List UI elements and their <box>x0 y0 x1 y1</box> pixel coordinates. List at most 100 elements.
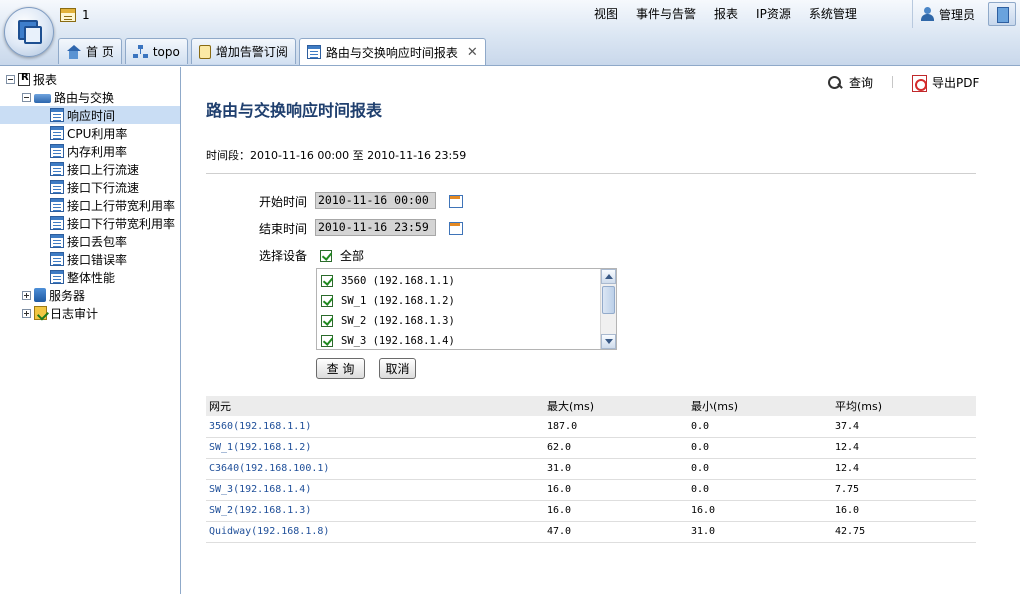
avg-value: 12.4 <box>832 458 976 480</box>
tree-label: 接口丢包率 <box>67 234 128 249</box>
select-all-checkbox[interactable]: 全部 <box>320 247 364 264</box>
nav-view[interactable]: 视图 <box>585 6 627 22</box>
scrollbar-thumb[interactable] <box>602 286 615 314</box>
topology-icon <box>133 44 148 59</box>
tree-label: 路由与交换 <box>54 90 115 105</box>
calendar-icon[interactable] <box>448 193 463 208</box>
tab-label: 路由与交换响应时间报表 <box>325 45 458 60</box>
device-item[interactable]: SW_1 (192.168.1.2) <box>321 295 455 307</box>
tree-item-interface-downstream-bandwidth[interactable]: 接口下行带宽利用率 <box>50 214 175 232</box>
tree-item-interface-upstream-rate[interactable]: 接口上行流速 <box>50 160 139 178</box>
element-link[interactable]: Quidway(192.168.1.8) <box>206 521 544 543</box>
alarm-subscribe-icon <box>198 44 211 59</box>
expand-icon[interactable] <box>22 308 31 318</box>
tab-topo[interactable]: topo <box>124 38 188 64</box>
min-value: 0.0 <box>688 479 832 501</box>
query-button[interactable]: 查 询 <box>316 358 365 379</box>
report-title: 路由与交换响应时间报表 <box>206 101 383 120</box>
nav-system-management[interactable]: 系统管理 <box>800 6 866 22</box>
tree-item-interface-error-rate[interactable]: 接口错误率 <box>50 250 127 268</box>
pdf-icon <box>912 74 927 92</box>
sidebar-tree: 报表 路由与交换 响应时间 CPU利用率 内存利用率 接口上行流速 接口下行流速 <box>0 67 181 594</box>
checkbox-checked-icon[interactable] <box>321 275 333 287</box>
tree-item-memory-utilization[interactable]: 内存利用率 <box>50 142 127 160</box>
calendar-icon[interactable] <box>448 220 463 235</box>
element-link[interactable]: 3560(192.168.1.1) <box>206 416 544 438</box>
scroll-down-icon[interactable] <box>601 334 616 349</box>
scroll-up-icon[interactable] <box>601 269 616 284</box>
device-item[interactable]: SW_3 (192.168.1.4) <box>321 335 455 347</box>
tree-item-overall-performance[interactable]: 整体性能 <box>50 268 115 286</box>
device-label: 3560 (192.168.1.1) <box>341 275 455 287</box>
element-link[interactable]: C3640(192.168.100.1) <box>206 458 544 480</box>
column-header-max: 最大(ms) <box>544 396 688 416</box>
device-list-scrollbar[interactable] <box>600 269 616 349</box>
cancel-button[interactable]: 取消 <box>379 358 416 379</box>
start-time-label: 开始时间 <box>259 195 308 209</box>
export-pdf-label: 导出PDF <box>932 76 980 90</box>
message-indicator[interactable]: 1 <box>60 6 90 24</box>
report-page-icon <box>50 198 64 212</box>
tree-label: CPU利用率 <box>67 126 128 141</box>
tree-label: 报表 <box>33 72 58 87</box>
device-item[interactable]: SW_2 (192.168.1.3) <box>321 315 455 327</box>
user-menu[interactable]: 管理员 <box>912 0 984 28</box>
tab-label: 首 页 <box>86 45 114 59</box>
tree-label: 服务器 <box>49 288 86 303</box>
select-device-label: 选择设备 <box>259 249 308 263</box>
checkbox-checked-icon[interactable] <box>321 295 333 307</box>
nav-events-alarms[interactable]: 事件与告警 <box>627 6 705 22</box>
checkbox-checked-icon[interactable] <box>321 315 333 327</box>
nav-reports[interactable]: 报表 <box>705 6 747 22</box>
min-value: 0.0 <box>688 416 832 438</box>
report-page-icon <box>50 234 64 248</box>
tree-label: 接口下行带宽利用率 <box>67 216 176 231</box>
magnifier-icon <box>828 75 844 90</box>
close-icon[interactable]: ✕ <box>467 45 478 60</box>
report-period: 时间段：2010-11-16 00:00 至 2010-11-16 23:59 <box>206 149 467 162</box>
element-link[interactable]: SW_2(192.168.1.3) <box>206 500 544 522</box>
tree-node-log-audit[interactable]: 日志审计 <box>22 304 98 322</box>
tree-item-interface-downstream-rate[interactable]: 接口下行流速 <box>50 178 139 196</box>
home-icon <box>66 44 81 59</box>
export-pdf-button[interactable]: 导出PDF <box>912 74 980 92</box>
report-panel: 查询 导出PDF 路由与交换响应时间报表 时间段：2010-11-16 00:0… <box>182 67 1020 594</box>
collapse-icon[interactable] <box>22 92 31 102</box>
tree-label: 接口上行流速 <box>67 162 140 177</box>
checkbox-checked-icon[interactable] <box>320 249 332 262</box>
element-link[interactable]: SW_3(192.168.1.4) <box>206 479 544 501</box>
server-icon <box>34 288 46 302</box>
tree-node-routing-switching[interactable]: 路由与交换 <box>22 88 114 106</box>
expand-icon[interactable] <box>22 290 31 300</box>
device-item[interactable]: 3560 (192.168.1.1) <box>321 275 455 287</box>
element-link[interactable]: SW_1(192.168.1.2) <box>206 437 544 459</box>
column-header-min: 最小(ms) <box>688 396 832 416</box>
tree-item-interface-packet-loss[interactable]: 接口丢包率 <box>50 232 127 250</box>
top-nav: 视图 事件与告警 报表 IP资源 系统管理 <box>585 6 866 22</box>
min-value: 31.0 <box>688 521 832 543</box>
device-label: SW_2 (192.168.1.3) <box>341 315 455 327</box>
device-list[interactable]: 3560 (192.168.1.1) SW_1 (192.168.1.2) SW… <box>316 268 617 350</box>
tree-node-reports[interactable]: 报表 <box>6 70 57 88</box>
report-page-icon <box>50 270 64 284</box>
end-time-input[interactable]: 2010-11-16 23:59 <box>315 219 436 236</box>
report-icon <box>306 45 321 59</box>
checkbox-checked-icon[interactable] <box>321 335 333 347</box>
start-time-input[interactable]: 2010-11-16 00:00 <box>315 192 436 209</box>
report-page-icon <box>50 126 64 140</box>
router-icon <box>34 94 51 103</box>
table-row: SW_1(192.168.1.2) 62.0 0.0 12.4 <box>206 437 976 459</box>
tab-home[interactable]: 首 页 <box>58 38 122 64</box>
tree-item-response-time[interactable]: 响应时间 <box>0 106 180 124</box>
message-icon[interactable] <box>60 8 76 22</box>
nav-ip-resources[interactable]: IP资源 <box>747 6 800 22</box>
tree-item-cpu-utilization[interactable]: CPU利用率 <box>50 124 127 142</box>
app-logo-icon[interactable] <box>4 7 54 57</box>
query-tool-button[interactable]: 查询 <box>828 74 873 91</box>
tree-node-servers[interactable]: 服务器 <box>22 286 85 304</box>
tab-routing-switching-report[interactable]: 路由与交换响应时间报表 ✕ <box>298 38 486 65</box>
tree-item-interface-upstream-bandwidth[interactable]: 接口上行带宽利用率 <box>50 196 175 214</box>
exit-button[interactable] <box>988 2 1016 26</box>
tab-add-alarm-subscription[interactable]: 增加告警订阅 <box>190 38 296 64</box>
collapse-icon[interactable] <box>6 74 15 84</box>
